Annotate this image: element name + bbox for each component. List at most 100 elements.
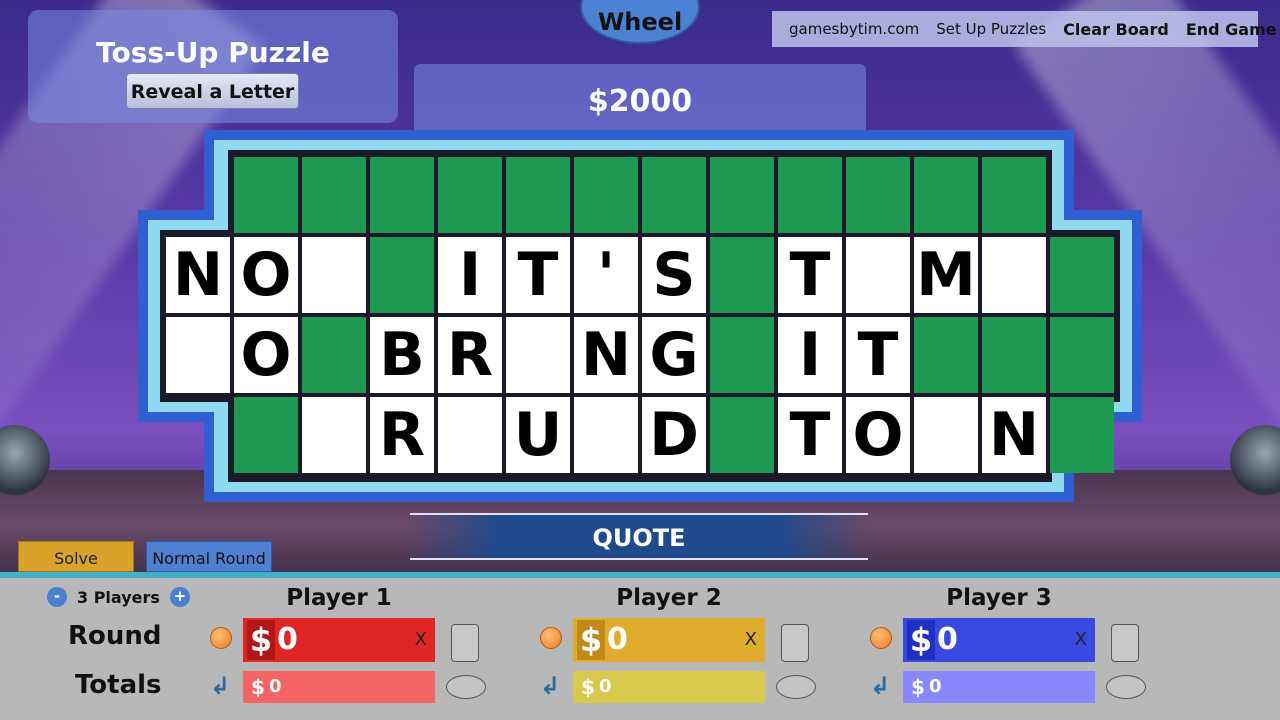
board-tile[interactable]: N xyxy=(166,237,230,313)
prize-oval[interactable] xyxy=(446,675,486,699)
board-tile[interactable] xyxy=(370,157,434,233)
bankrupt-x-button[interactable]: X xyxy=(415,618,427,662)
board-tile[interactable] xyxy=(1050,397,1114,473)
total-score: $0 xyxy=(573,671,765,703)
wheel-button[interactable]: Wheel xyxy=(580,0,700,44)
board-tile[interactable] xyxy=(982,317,1046,393)
board-tile[interactable]: N xyxy=(574,317,638,393)
remove-player-button[interactable]: - xyxy=(47,587,67,607)
prize-oval[interactable] xyxy=(776,675,816,699)
round-amount: 0 xyxy=(277,622,298,657)
board-tile[interactable]: T xyxy=(506,237,570,313)
board-tile[interactable]: U xyxy=(506,397,570,473)
board-tile[interactable] xyxy=(778,157,842,233)
bankrupt-x-button[interactable]: X xyxy=(1075,618,1087,662)
board-tile[interactable]: S xyxy=(642,237,706,313)
board-tile[interactable]: O xyxy=(234,237,298,313)
round-amount: 0 xyxy=(937,622,958,657)
top-menu: gamesbytim.com Set Up Puzzles Clear Boar… xyxy=(772,11,1277,47)
total-amount: 0 xyxy=(269,676,282,697)
board-tile[interactable]: D xyxy=(642,397,706,473)
board-tile[interactable]: T xyxy=(778,397,842,473)
board-tile[interactable]: B xyxy=(370,317,434,393)
total-score: $0 xyxy=(243,671,435,703)
board-tile[interactable] xyxy=(710,157,774,233)
free-spin-box[interactable] xyxy=(781,624,809,662)
board-tile[interactable]: T xyxy=(778,237,842,313)
board-tile[interactable] xyxy=(302,317,366,393)
board-tile[interactable]: I xyxy=(778,317,842,393)
add-player-button[interactable]: + xyxy=(169,587,190,607)
board-tile[interactable] xyxy=(710,237,774,313)
tossup-panel: Toss-Up Puzzle Reveal a Letter xyxy=(28,10,398,123)
player-name: Player 3 xyxy=(946,585,1052,611)
tossup-title: Toss-Up Puzzle xyxy=(96,36,330,69)
board-tile[interactable] xyxy=(438,157,502,233)
bankrupt-x-button[interactable]: X xyxy=(745,618,757,662)
board-tile[interactable] xyxy=(982,237,1046,313)
end-game-button[interactable]: End Game xyxy=(1186,20,1277,39)
dollar-sign: $ xyxy=(251,675,265,699)
player-count-control: - 3 Players + xyxy=(47,587,190,607)
board-tile[interactable] xyxy=(166,317,230,393)
board-tile[interactable]: M xyxy=(914,237,978,313)
prize-oval[interactable] xyxy=(1106,675,1146,699)
board-tile[interactable] xyxy=(234,157,298,233)
solve-button[interactable]: Solve xyxy=(18,541,134,572)
board-tile[interactable] xyxy=(914,157,978,233)
board-tile[interactable] xyxy=(710,317,774,393)
board-tile[interactable]: I xyxy=(438,237,502,313)
board-tile[interactable] xyxy=(982,157,1046,233)
free-spin-box[interactable] xyxy=(1111,624,1139,662)
bank-arrow-icon[interactable]: ↲ xyxy=(540,673,564,699)
board-tile[interactable] xyxy=(302,237,366,313)
free-spin-box[interactable] xyxy=(451,624,479,662)
player-name: Player 2 xyxy=(616,585,722,611)
board-tile[interactable] xyxy=(302,157,366,233)
dollar-sign: $ xyxy=(907,620,935,660)
turn-indicator-icon[interactable] xyxy=(540,627,562,649)
board-tile[interactable] xyxy=(506,157,570,233)
dollar-sign: $ xyxy=(581,675,595,699)
board-tile[interactable] xyxy=(234,397,298,473)
bank-arrow-icon[interactable]: ↲ xyxy=(870,673,894,699)
board-tile[interactable] xyxy=(914,397,978,473)
round-score: $0 X xyxy=(243,618,435,662)
board-tile[interactable] xyxy=(1050,237,1114,313)
board-tile[interactable] xyxy=(846,157,910,233)
dollar-sign: $ xyxy=(911,675,925,699)
total-score: $0 xyxy=(903,671,1095,703)
board-tile[interactable] xyxy=(370,237,434,313)
category-label: QUOTE xyxy=(410,513,868,560)
board-tile[interactable]: ' xyxy=(574,237,638,313)
player-name: Player 1 xyxy=(286,585,392,611)
board-tile[interactable] xyxy=(574,397,638,473)
turn-indicator-icon[interactable] xyxy=(210,627,232,649)
board-tile[interactable] xyxy=(506,317,570,393)
board-tile[interactable] xyxy=(438,397,502,473)
round-amount: 0 xyxy=(607,622,628,657)
board-tile[interactable]: R xyxy=(438,317,502,393)
board-tile[interactable] xyxy=(1050,317,1114,393)
board-tile[interactable]: R xyxy=(370,397,434,473)
board-tile[interactable] xyxy=(710,397,774,473)
round-type-button[interactable]: Normal Round xyxy=(146,541,272,572)
board-tile[interactable]: T xyxy=(846,317,910,393)
site-link[interactable]: gamesbytim.com xyxy=(789,20,919,38)
board-tile[interactable]: G xyxy=(642,317,706,393)
dollar-sign: $ xyxy=(247,620,275,660)
round-score: $0 X xyxy=(573,618,765,662)
board-tile[interactable]: N xyxy=(982,397,1046,473)
board-tile[interactable] xyxy=(914,317,978,393)
board-tile[interactable] xyxy=(574,157,638,233)
bank-arrow-icon[interactable]: ↲ xyxy=(210,673,234,699)
board-tile[interactable]: O xyxy=(234,317,298,393)
board-tile[interactable] xyxy=(302,397,366,473)
turn-indicator-icon[interactable] xyxy=(870,627,892,649)
reveal-letter-button[interactable]: Reveal a Letter xyxy=(126,73,299,109)
board-tile[interactable] xyxy=(846,237,910,313)
board-tile[interactable] xyxy=(642,157,706,233)
board-tile[interactable]: O xyxy=(846,397,910,473)
clear-board-button[interactable]: Clear Board xyxy=(1063,20,1169,39)
setup-puzzles-link[interactable]: Set Up Puzzles xyxy=(936,20,1046,38)
